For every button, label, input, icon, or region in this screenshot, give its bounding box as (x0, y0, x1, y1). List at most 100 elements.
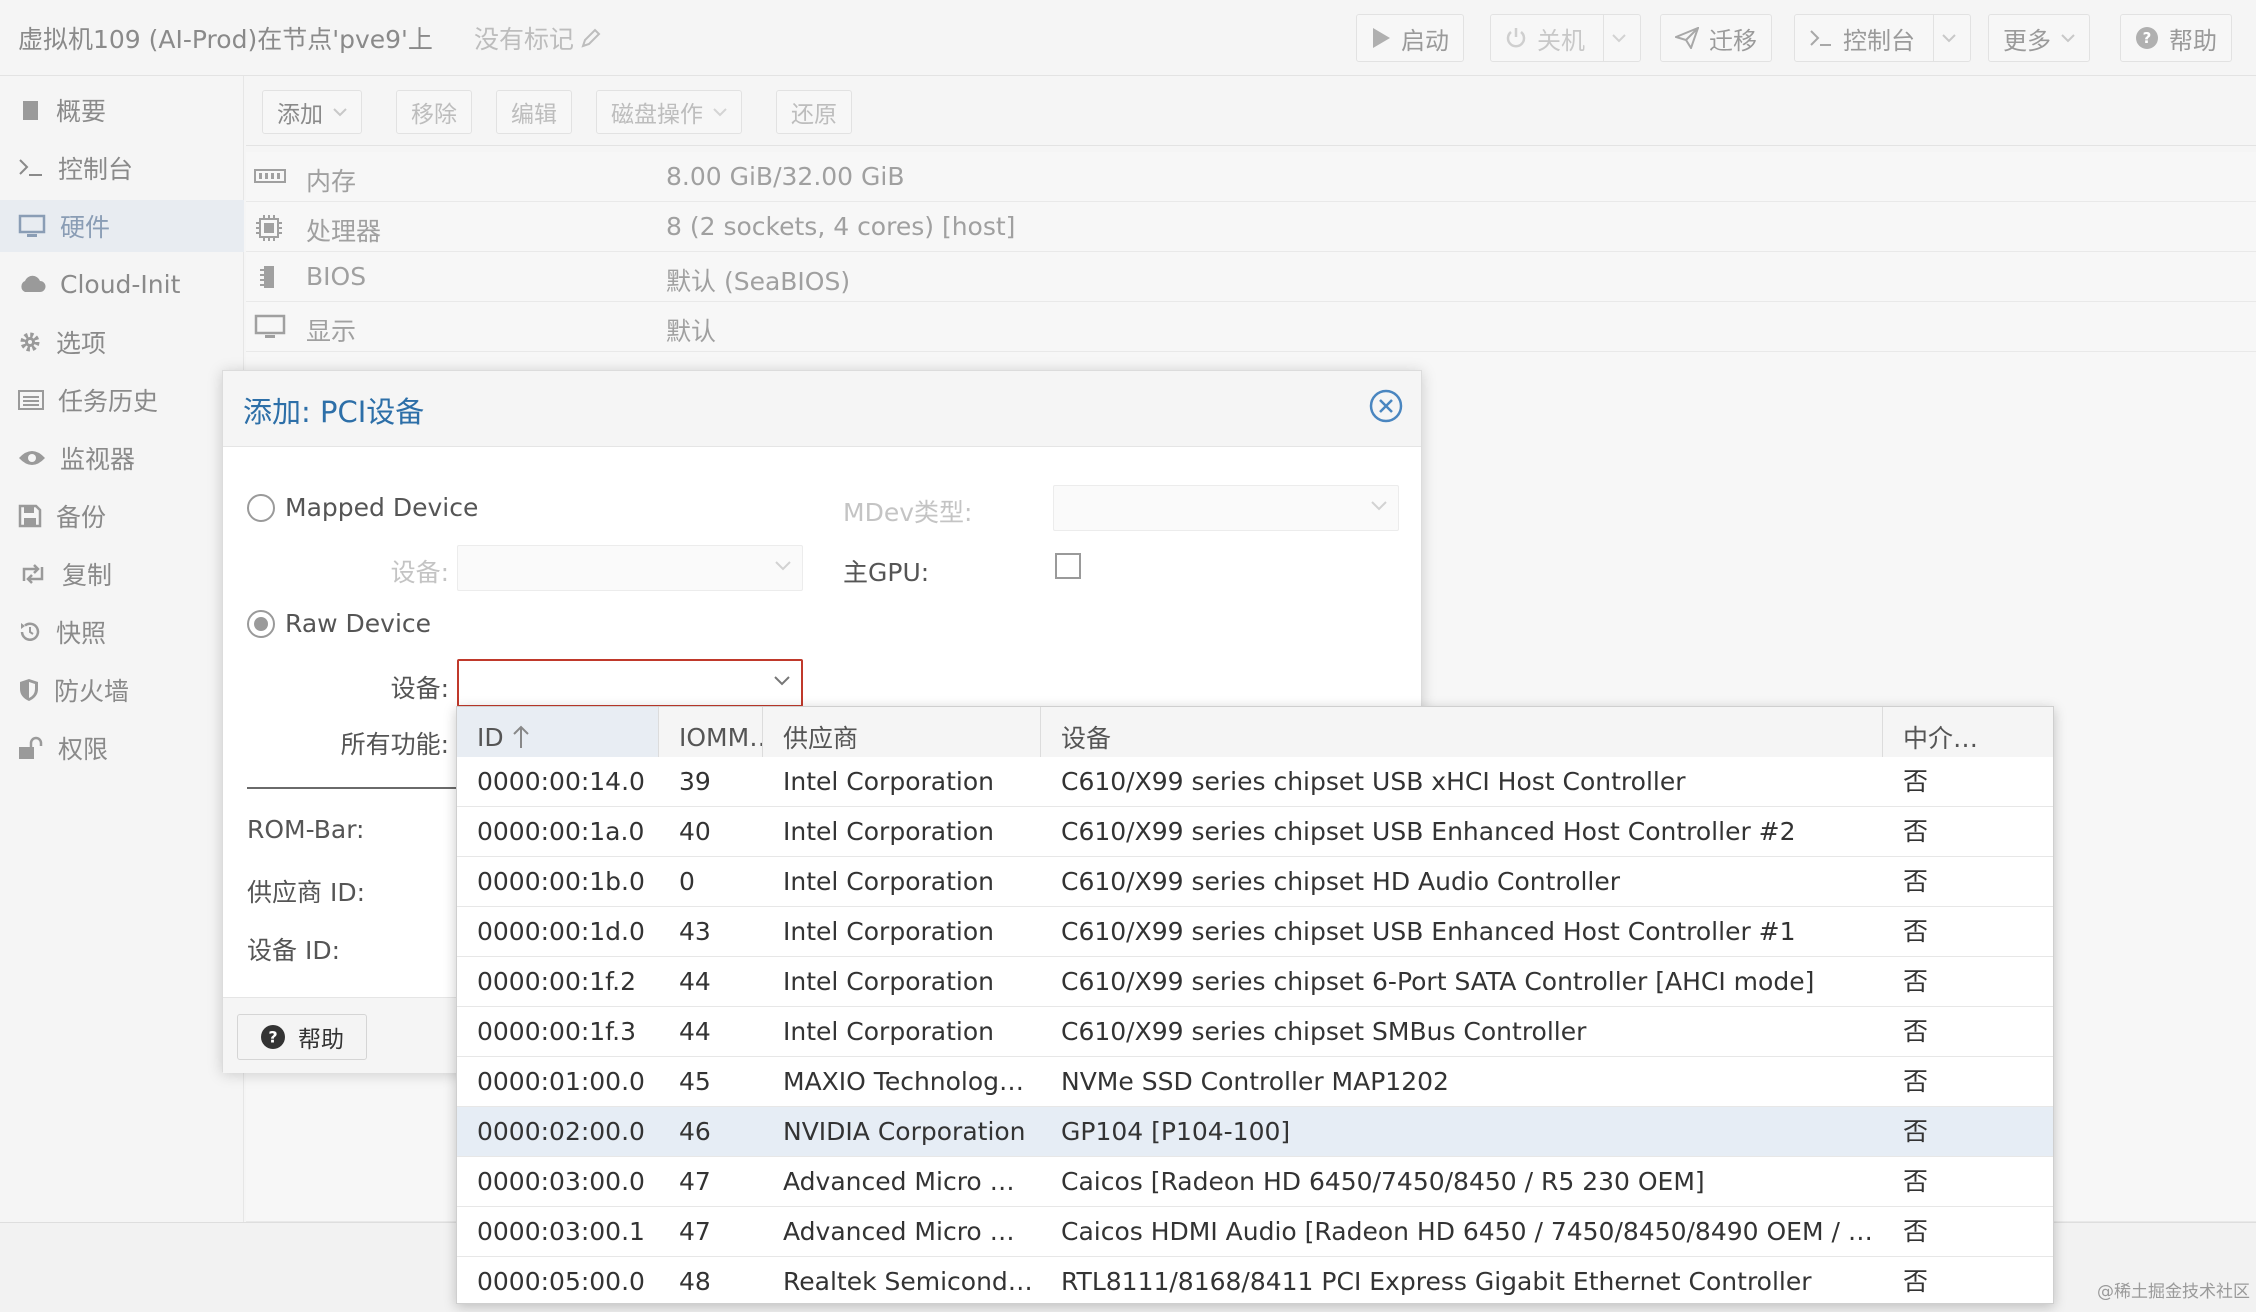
question-circle-icon: ? (260, 1024, 286, 1050)
hardware-value: 8 (2 sockets, 4 cores) [host] (666, 212, 1016, 241)
chip-icon (254, 264, 284, 296)
cell-id: 0000:00:1a.0 (477, 817, 645, 846)
add-button[interactable]: 添加 (262, 90, 362, 134)
memory-icon (254, 164, 286, 193)
terminal-icon (1809, 28, 1833, 48)
cell-vendor: Advanced Micro … (783, 1167, 1015, 1196)
sidebar-item-options[interactable]: 选项 (0, 316, 244, 368)
console-menu-toggle[interactable] (1933, 15, 1956, 61)
hardware-row-processor[interactable]: 处理器 8 (2 sockets, 4 cores) [host] (246, 202, 2256, 252)
mapped-device-radio[interactable]: Mapped Device (247, 493, 478, 522)
edit-button[interactable]: 编辑 (496, 90, 572, 134)
start-button[interactable]: 启动 (1356, 14, 1464, 62)
close-button[interactable] (1369, 389, 1403, 423)
table-row[interactable]: 0000:05:00.0 48 Realtek Semicond… RTL8111/8… (457, 1257, 2053, 1303)
cell-mediated: 否 (1903, 1117, 1929, 1146)
cell-mediated: 否 (1903, 1217, 1929, 1246)
mdev-type-select[interactable] (1053, 485, 1399, 531)
mapped-device-select[interactable] (457, 545, 803, 591)
chevron-down-icon (774, 558, 792, 577)
revert-button[interactable]: 还原 (776, 90, 852, 134)
table-row[interactable]: 0000:00:14.0 39 Intel Corporation C610/X99 … (457, 757, 2053, 807)
sidebar-item-label: Cloud-Init (60, 269, 181, 299)
cell-iommu: 40 (679, 817, 711, 846)
table-row[interactable]: 0000:00:1a.0 40 Intel Corporation C610/X99 … (457, 807, 2053, 857)
sidebar-item-replication[interactable]: 复制 (0, 548, 244, 600)
shutdown-button[interactable]: 关机 (1490, 14, 1641, 62)
cell-mediated: 否 (1903, 917, 1929, 946)
shutdown-label: 关机 (1537, 26, 1585, 55)
cell-device: C610/X99 series chipset SMBus Controller (1061, 1017, 1587, 1046)
cell-device: C610/X99 series chipset HD Audio Control… (1061, 867, 1620, 896)
sidebar-item-cloud-init[interactable]: Cloud-Init (0, 258, 244, 310)
rombar-label: ROM-Bar: (247, 815, 365, 844)
console-button[interactable]: 控制台 (1794, 14, 1971, 62)
cell-iommu: 0 (679, 867, 695, 896)
cell-iommu: 46 (679, 1117, 711, 1146)
shutdown-menu-toggle[interactable] (1603, 15, 1626, 61)
sidebar-item-firewall[interactable]: 防火墙 (0, 664, 244, 716)
table-row[interactable]: 0000:00:1b.0 0 Intel Corporation C610/X99 s… (457, 857, 2053, 907)
cell-id: 0000:00:1f.2 (477, 967, 637, 996)
table-row[interactable]: 0000:03:00.1 47 Advanced Micro … Caicos HDM… (457, 1207, 2053, 1257)
sidebar-item-permissions[interactable]: 权限 (0, 722, 244, 774)
tags-placeholder: 没有标记 (474, 25, 575, 54)
dialog-help-button[interactable]: ? 帮助 (237, 1014, 367, 1060)
cell-device: Caicos [Radeon HD 6450/7450/8450 / R5 23… (1061, 1167, 1705, 1196)
monitor-icon (18, 214, 46, 238)
all-functions-label: 所有功能: (340, 730, 449, 759)
more-button[interactable]: 更多 (1988, 14, 2090, 62)
hardware-row-memory[interactable]: 内存 8.00 GiB/32.00 GiB (246, 152, 2256, 202)
sidebar-item-monitor[interactable]: 监视器 (0, 432, 244, 484)
cell-id: 0000:02:00.0 (477, 1117, 645, 1146)
table-row[interactable]: 0000:00:1f.3 44 Intel Corporation C610/X99 … (457, 1007, 2053, 1057)
table-row[interactable]: 0000:01:00.0 45 MAXIO Technolog… NVMe SSD C… (457, 1057, 2053, 1107)
sidebar-item-label: 概要 (56, 97, 107, 126)
cell-device: Caicos HDMI Audio [Radeon HD 6450 / 7450… (1061, 1217, 1883, 1246)
primary-gpu-checkbox[interactable] (1055, 553, 1081, 579)
edit-label: 编辑 (511, 102, 557, 128)
pci-device-picker[interactable]: ID IOMM… 供应商 设备 中介… 0000:00:14.0 39 Intel … (456, 706, 2054, 1304)
remove-button[interactable]: 移除 (396, 90, 472, 134)
tags-editor[interactable]: 没有标记 (474, 20, 602, 56)
grid-body: 0000:00:14.0 39 Intel Corporation C610/X99 … (457, 757, 2053, 1303)
table-row[interactable]: 0000:02:00.0 46 NVIDIA Corporation GP104 [P… (457, 1107, 2053, 1157)
raw-device-field-label: 设备: (390, 674, 449, 703)
pencil-icon[interactable] (580, 27, 602, 49)
column-header-label: ID (477, 722, 504, 752)
retweet-icon (18, 563, 48, 585)
cell-device: RTL8111/8168/8411 PCI Express Gigabit Et… (1061, 1267, 1812, 1296)
remove-label: 移除 (411, 102, 457, 128)
cell-device: C610/X99 series chipset USB Enhanced Hos… (1061, 917, 1796, 946)
table-row[interactable]: 0000:03:00.0 47 Advanced Micro … Caicos [Ra… (457, 1157, 2053, 1207)
migrate-button[interactable]: 迁移 (1660, 14, 1772, 62)
sidebar-item-task-history[interactable]: 任务历史 (0, 374, 244, 426)
hardware-row-display[interactable]: 显示 默认 (246, 302, 2256, 352)
hardware-name: 处理器 (306, 217, 382, 246)
help-button[interactable]: ? 帮助 (2120, 14, 2232, 62)
primary-gpu-label: 主GPU: (843, 558, 930, 587)
sidebar-item-label: 硬件 (60, 213, 111, 242)
hardware-row-bios[interactable]: BIOS 默认 (SeaBIOS) (246, 252, 2256, 302)
raw-device-radio[interactable]: Raw Device (247, 609, 431, 638)
sidebar-item-console[interactable]: 控制台 (0, 142, 244, 194)
sidebar-item-backup[interactable]: 备份 (0, 490, 244, 542)
cell-device: C610/X99 series chipset USB xHCI Host Co… (1061, 767, 1686, 796)
cell-id: 0000:03:00.0 (477, 1167, 645, 1196)
cell-vendor: Intel Corporation (783, 817, 994, 846)
cell-vendor: Intel Corporation (783, 1017, 994, 1046)
disk-action-button[interactable]: 磁盘操作 (596, 90, 742, 134)
cell-vendor: NVIDIA Corporation (783, 1117, 1026, 1146)
cell-iommu: 44 (679, 967, 711, 996)
floppy-icon (18, 504, 42, 528)
book-icon (18, 98, 42, 122)
table-row[interactable]: 0000:00:1d.0 43 Intel Corporation C610/X99 … (457, 907, 2053, 957)
table-row[interactable]: 0000:00:1f.2 44 Intel Corporation C610/X99 … (457, 957, 2053, 1007)
sidebar-item-snapshots[interactable]: 快照 (0, 606, 244, 658)
sidebar-item-hardware[interactable]: 硬件 (0, 200, 244, 252)
cell-iommu: 47 (679, 1217, 711, 1246)
chevron-down-icon (773, 673, 791, 692)
sidebar-item-summary[interactable]: 概要 (0, 84, 244, 136)
cell-iommu: 39 (679, 767, 711, 796)
raw-device-select[interactable] (457, 659, 803, 707)
